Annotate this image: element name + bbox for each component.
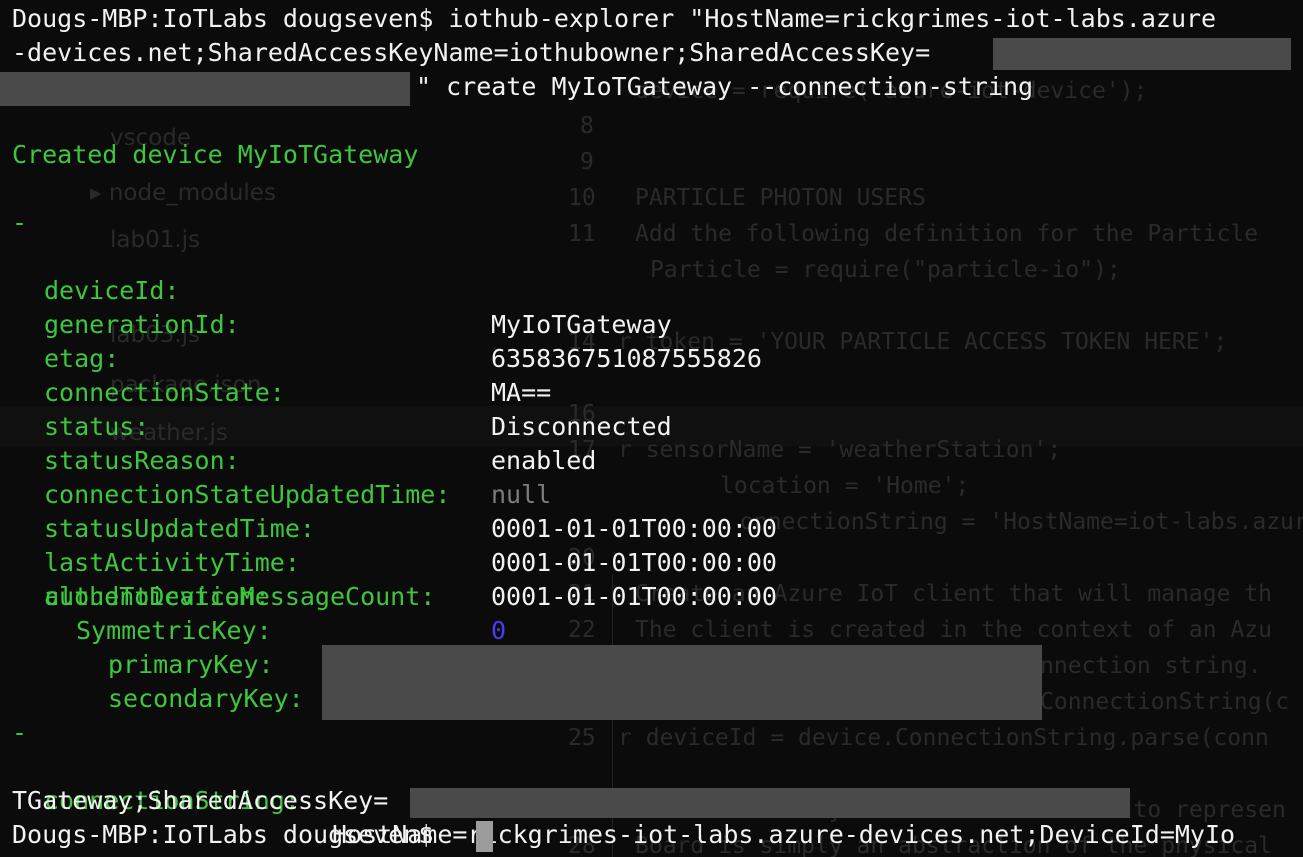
text-cursor[interactable]: [476, 821, 493, 852]
secondary-key-label: secondaryKey:: [108, 684, 304, 713]
field-row: etag: MA==: [44, 308, 1294, 407]
line-number: 10: [568, 185, 596, 211]
line-number: 22: [568, 617, 596, 643]
symmetric-key-label: SymmetricKey:: [76, 616, 272, 645]
code-line: The client is created in the context of …: [635, 617, 1272, 643]
field-row: connectionStateUpdatedTime: 0001-01-01T0…: [44, 444, 1294, 543]
field-row: status: enabled: [44, 376, 1294, 475]
redacted-shared-access-key: [410, 788, 1130, 818]
connection-string-row: connectionString: HostName=rickgrimes-io…: [44, 750, 1299, 849]
primary-key-label: primaryKey:: [108, 650, 274, 679]
authentication-key: authentication:: [44, 582, 270, 611]
shell-prompt: Dougs-MBP:IoTLabs dougseven$: [12, 820, 449, 849]
field-value: 0001-01-01T00:00:00: [491, 582, 777, 611]
yaml-separator: -: [12, 208, 28, 237]
connection-string-value: HostName=rickgrimes-iot-labs.azure-devic…: [332, 820, 1236, 849]
sidebar-item: ▸ node_modules: [90, 180, 276, 206]
field-row: deviceId: MyIoTGateway: [44, 240, 1294, 339]
redacted-keys: [322, 645, 1042, 720]
field-row: connectionState: Disconnected: [44, 342, 1294, 441]
code-line: PARTICLE PHOTON USERS: [635, 185, 926, 211]
command-line: -devices.net;SharedAccessKeyName=iothubo…: [12, 38, 931, 67]
code-line: nnection string.: [1040, 653, 1262, 679]
command-line: " create MyIoTGateway --connection-strin…: [416, 72, 1034, 101]
redacted-access-key: [0, 72, 410, 106]
connection-string-value: TGateway;SharedAccessKey=: [12, 786, 389, 815]
redacted-access-key: [993, 38, 1291, 70]
code-line: r deviceId = device.ConnectionString.par…: [618, 725, 1269, 751]
created-message: Created device MyIoTGateway: [12, 140, 419, 169]
line-number: 8: [580, 113, 594, 139]
field-row: statusUpdatedTime: 0001-01-01T00:00:00: [44, 478, 1294, 577]
terminal-window[interactable]: vscode ▸ node_modules lab01.js lab03.js …: [0, 0, 1303, 857]
line-number: 25: [568, 725, 596, 751]
field-row: lastActivityTime: 0001-01-01T00:00:00: [44, 512, 1294, 611]
field-row: statusReason: null: [44, 410, 1294, 509]
field-value: 0: [491, 616, 507, 645]
code-line: ConnectionString(c: [1040, 689, 1290, 715]
line-number: 9: [580, 149, 594, 175]
yaml-separator: -: [12, 718, 28, 747]
field-row: cloudToDeviceMessageCount: 0: [44, 546, 1294, 645]
field-row: generationId: 635836751087555826: [44, 274, 1294, 373]
command-line: Dougs-MBP:IoTLabs dougseven$ iothub-expl…: [12, 4, 1217, 33]
